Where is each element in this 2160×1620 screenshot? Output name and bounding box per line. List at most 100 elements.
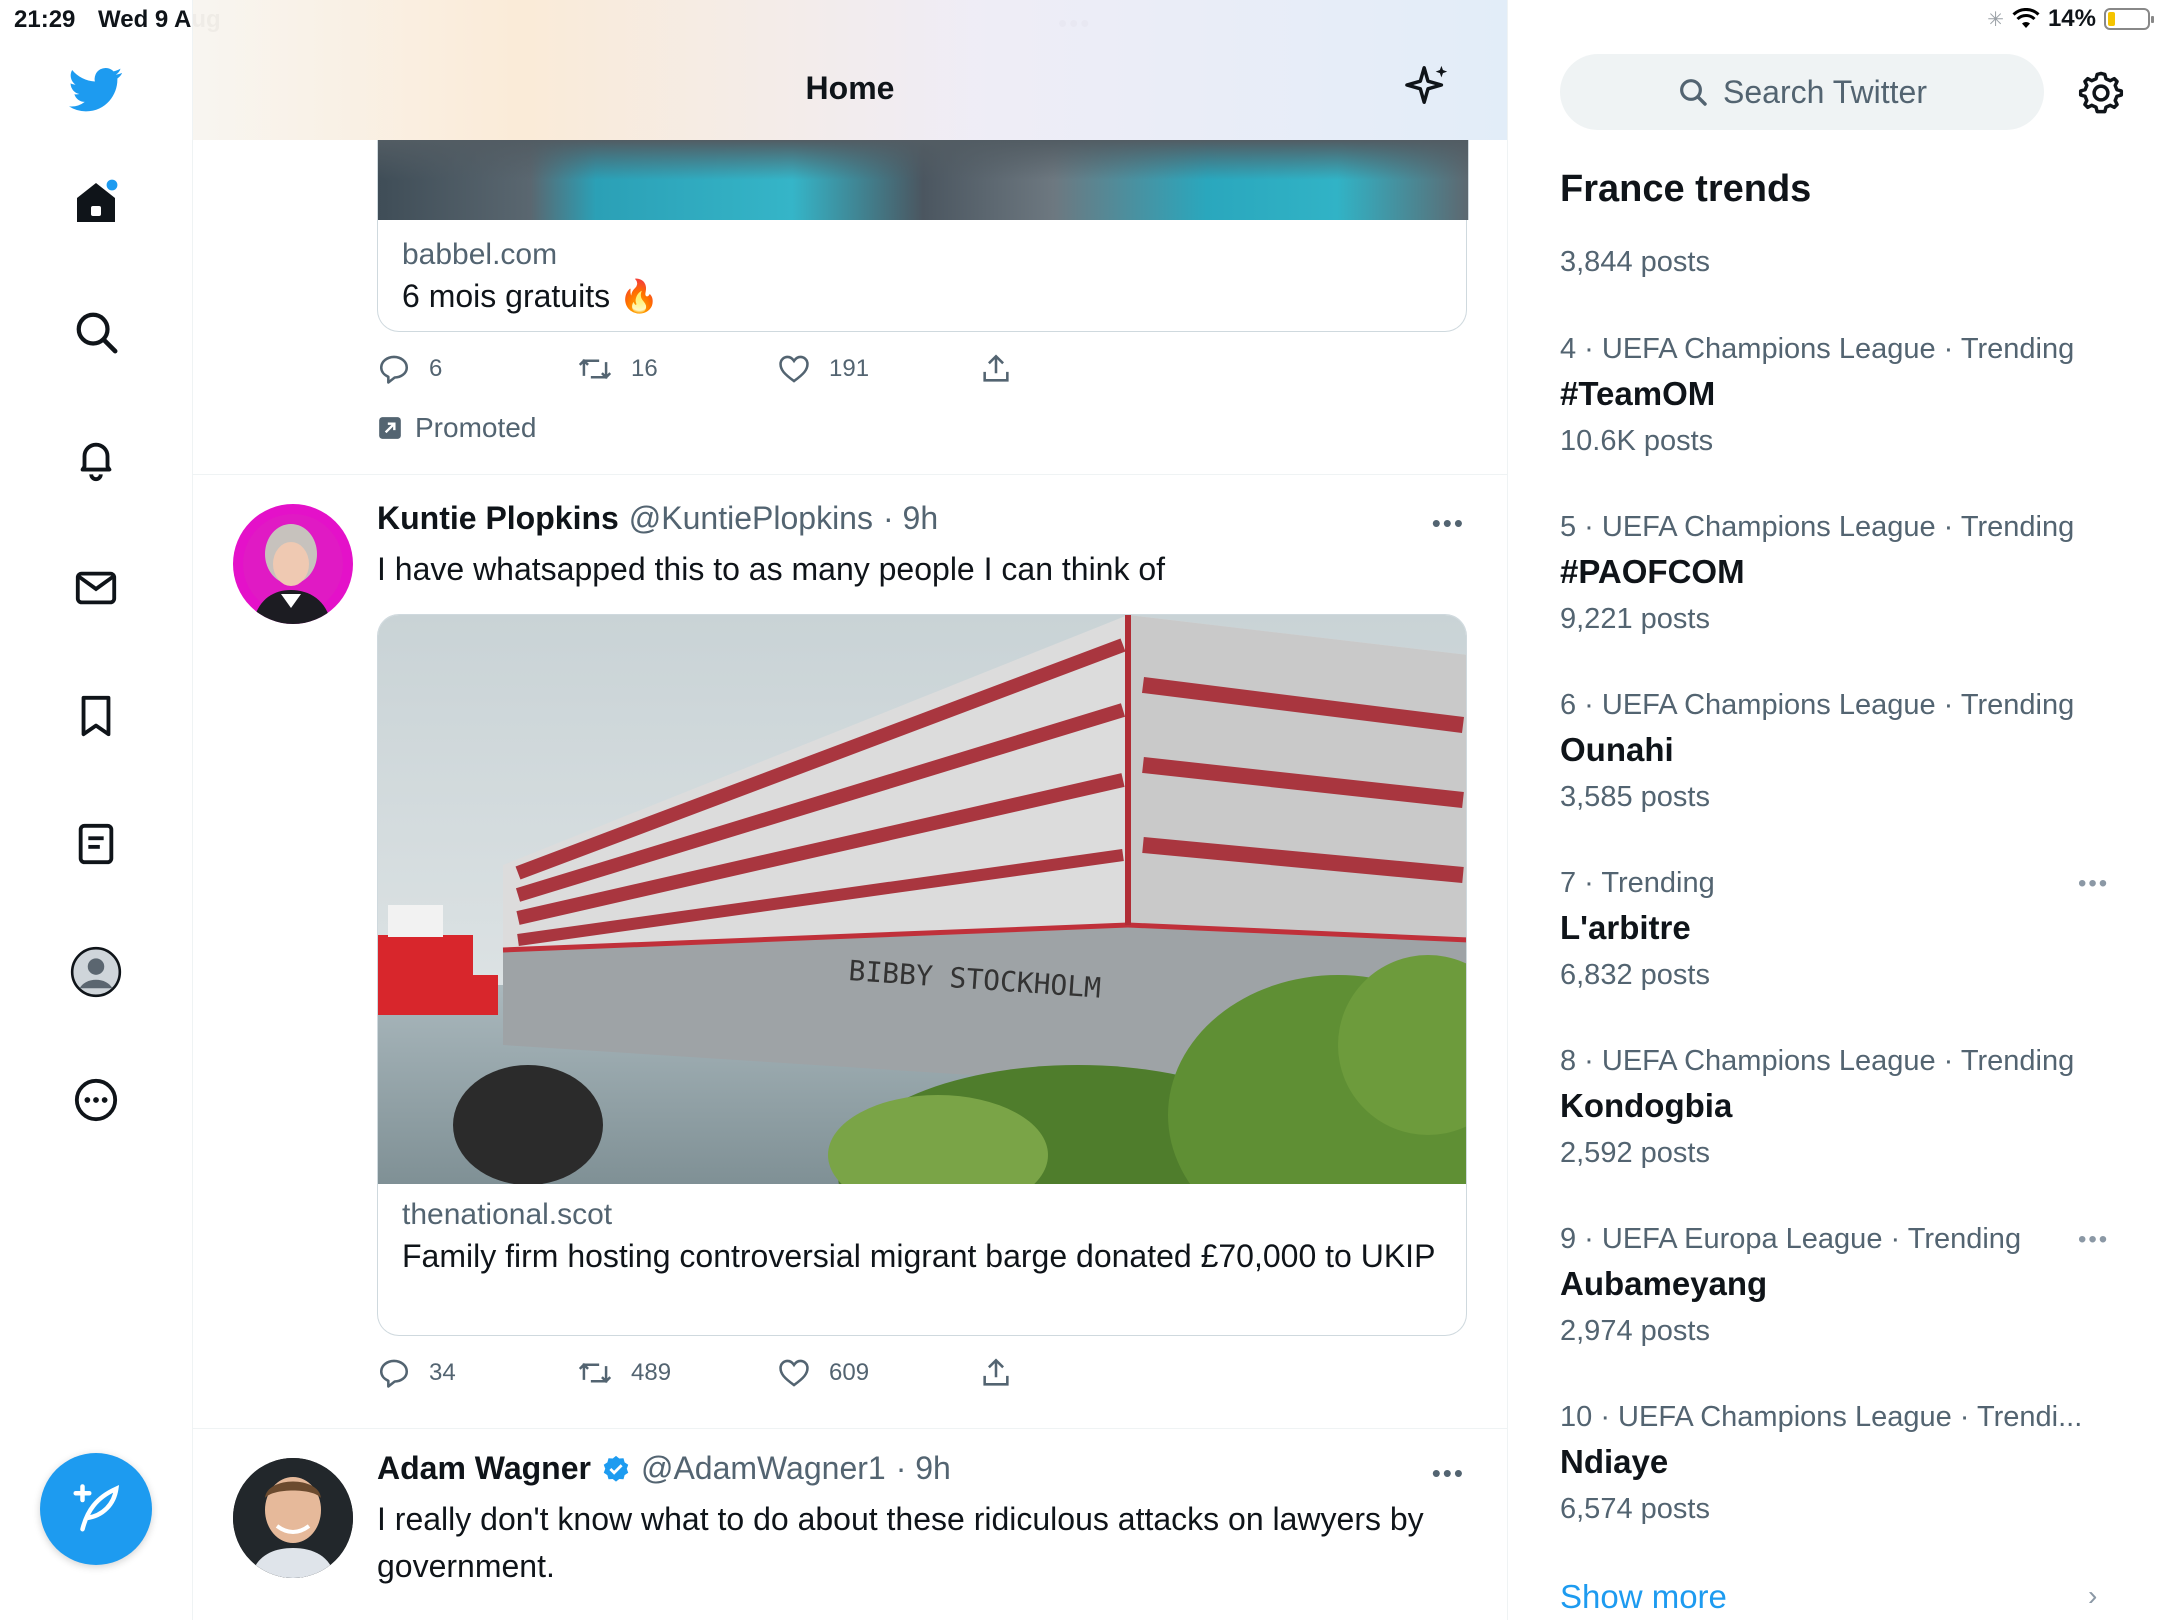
author-name[interactable]: Kuntie Plopkins <box>377 500 619 537</box>
nav-more-icon[interactable] <box>62 1066 130 1134</box>
tweet-divider <box>193 474 1507 475</box>
nav-messages-envelope-icon[interactable] <box>62 554 130 622</box>
author-name[interactable]: Adam Wagner <box>377 1450 591 1487</box>
trend-meta: 9 · UEFA Europa League · Trending <box>1560 1223 2022 1255</box>
timeline-header: Home <box>193 0 1507 140</box>
tweet-author-line: Adam Wagner @AdamWagner1 · 9h <box>377 1450 951 1487</box>
trend-topic: #PAOFCOM <box>1560 553 1745 590</box>
nav-home-icon[interactable] <box>62 168 130 236</box>
tweet-more-options-icon[interactable]: ••• <box>1432 508 1465 539</box>
share-button[interactable] <box>979 1356 1013 1390</box>
author-handle[interactable]: @AdamWagner1 <box>641 1450 886 1487</box>
card-domain: thenational.scot <box>402 1198 613 1231</box>
trend-topic: Ounahi <box>1560 731 1674 768</box>
nav-profile-avatar-icon[interactable] <box>62 938 130 1006</box>
avatar[interactable] <box>233 1458 353 1578</box>
promoted-text: Promoted <box>415 412 537 443</box>
nav-explore-search-icon[interactable] <box>62 298 130 366</box>
like-count: 609 <box>829 1359 870 1386</box>
trend-posts: 3,844 posts <box>1560 246 1710 278</box>
promoted-label: Promoted <box>377 412 536 444</box>
trend-meta: 8 · UEFA Champions League · Trending <box>1560 1045 2075 1077</box>
search-input[interactable]: Search Twitter <box>1560 54 2044 130</box>
trend-posts: 2,592 posts <box>1560 1137 1710 1169</box>
trends-heading: France trends <box>1560 168 1812 210</box>
tweet-action-bar: 34 489 609 <box>377 1356 1077 1396</box>
tweet-text: I really don't know what to do about the… <box>377 1501 1424 1584</box>
tweet-timestamp[interactable]: · 9h <box>883 500 938 537</box>
home-timeline: Home babbel.com 6 mois gratuits 🔥 6 16 1… <box>193 0 1508 1620</box>
retweet-button[interactable]: 489 <box>577 1356 671 1390</box>
compose-tweet-button[interactable] <box>40 1453 152 1565</box>
nav-lists-icon[interactable] <box>62 810 130 878</box>
retweet-icon <box>578 358 612 380</box>
avatar[interactable] <box>233 504 353 624</box>
tweet-more-options-icon[interactable]: ••• <box>1432 1458 1465 1489</box>
trend-meta: 7 · Trending <box>1560 867 1715 899</box>
trend-topic: L'arbitre <box>1560 909 1691 946</box>
promoted-arrow-icon <box>379 417 401 439</box>
share-icon <box>983 354 1009 382</box>
side-navigation <box>0 0 193 1620</box>
tweet-text: I have whatsapped this to as many people… <box>377 551 1166 587</box>
verified-badge-icon <box>603 1455 629 1482</box>
trend-posts: 6,832 posts <box>1560 959 1710 991</box>
reply-icon <box>379 355 409 384</box>
trend-more-options-icon[interactable]: ••• <box>2078 1226 2109 1254</box>
settings-gear-icon[interactable] <box>2078 70 2124 121</box>
right-sidebar: Search Twitter France trends 3,844 posts… <box>1508 0 2160 1620</box>
share-button[interactable] <box>979 352 1013 386</box>
trend-meta: 4 · UEFA Champions League · Trending <box>1560 333 2075 365</box>
promo-link-card[interactable]: babbel.com 6 mois gratuits 🔥 <box>377 220 1467 332</box>
retweet-button[interactable]: 16 <box>577 352 658 386</box>
trend-posts: 6,574 posts <box>1560 1493 1710 1525</box>
page-title: Home <box>805 70 895 106</box>
feather-plus-icon <box>73 1484 120 1532</box>
card-title: Family firm hosting controversial migran… <box>402 1238 1436 1274</box>
card-title: 6 mois gratuits 🔥 <box>402 278 659 314</box>
trend-posts: 2,974 posts <box>1560 1315 1710 1347</box>
twitter-bird-logo-icon[interactable] <box>62 56 130 124</box>
reply-count: 34 <box>429 1359 456 1386</box>
trend-topic: Kondogbia <box>1560 1087 1733 1124</box>
top-tweets-sparkle-icon[interactable] <box>1405 62 1451 113</box>
search-placeholder: Search Twitter <box>1723 73 1927 110</box>
show-more-trends-link[interactable]: Show more <box>1560 1578 1727 1616</box>
card-domain: babbel.com <box>402 238 558 271</box>
heart-icon <box>779 1359 809 1387</box>
promo-action-bar: 6 16 191 <box>377 352 1077 392</box>
trend-meta: 6 · UEFA Champions League · Trending <box>1560 689 2075 721</box>
trend-topic: Aubameyang <box>1560 1265 1768 1302</box>
tweet-card-image-barge[interactable]: BIBBY STOCKHOLM <box>377 614 1467 1184</box>
reply-icon <box>379 1359 409 1388</box>
like-button[interactable]: 609 <box>777 1356 869 1390</box>
heart-icon <box>779 355 809 383</box>
trend-meta: 10 · UEFA Champions League · Trendi... <box>1560 1401 2083 1433</box>
trend-topic: #TeamOM <box>1560 375 1716 412</box>
reply-button[interactable]: 6 <box>377 352 442 386</box>
like-button[interactable]: 191 <box>777 352 869 386</box>
trend-meta: 5 · UEFA Champions League · Trending <box>1560 511 2075 543</box>
retweet-count: 16 <box>631 355 658 382</box>
tweet-author-line: Kuntie Plopkins @KuntiePlopkins · 9h <box>377 500 938 537</box>
retweet-icon <box>578 1362 612 1384</box>
tweet-link-card[interactable]: thenational.scot Family firm hosting con… <box>377 1184 1467 1336</box>
trend-more-options-icon[interactable]: ••• <box>2078 870 2109 898</box>
author-handle[interactable]: @KuntiePlopkins <box>629 500 873 537</box>
reply-count: 6 <box>429 355 443 382</box>
trend-topic: Ndiaye <box>1560 1443 1669 1480</box>
tweet-timestamp[interactable]: · 9h <box>896 1450 951 1487</box>
share-icon <box>983 1358 1009 1386</box>
search-icon <box>1680 79 1707 106</box>
retweet-count: 489 <box>631 1359 672 1386</box>
trend-posts: 10.6K posts <box>1560 425 1714 457</box>
tweet-divider <box>193 1428 1507 1429</box>
nav-notifications-bell-icon[interactable] <box>62 426 130 494</box>
nav-bookmarks-icon[interactable] <box>62 682 130 750</box>
chevron-right-icon[interactable]: › <box>2088 1580 2097 1612</box>
trend-posts: 3,585 posts <box>1560 781 1710 813</box>
trend-posts: 9,221 posts <box>1560 603 1710 635</box>
like-count: 191 <box>829 355 870 382</box>
promo-card-image[interactable] <box>377 140 1469 220</box>
reply-button[interactable]: 34 <box>377 1356 456 1390</box>
